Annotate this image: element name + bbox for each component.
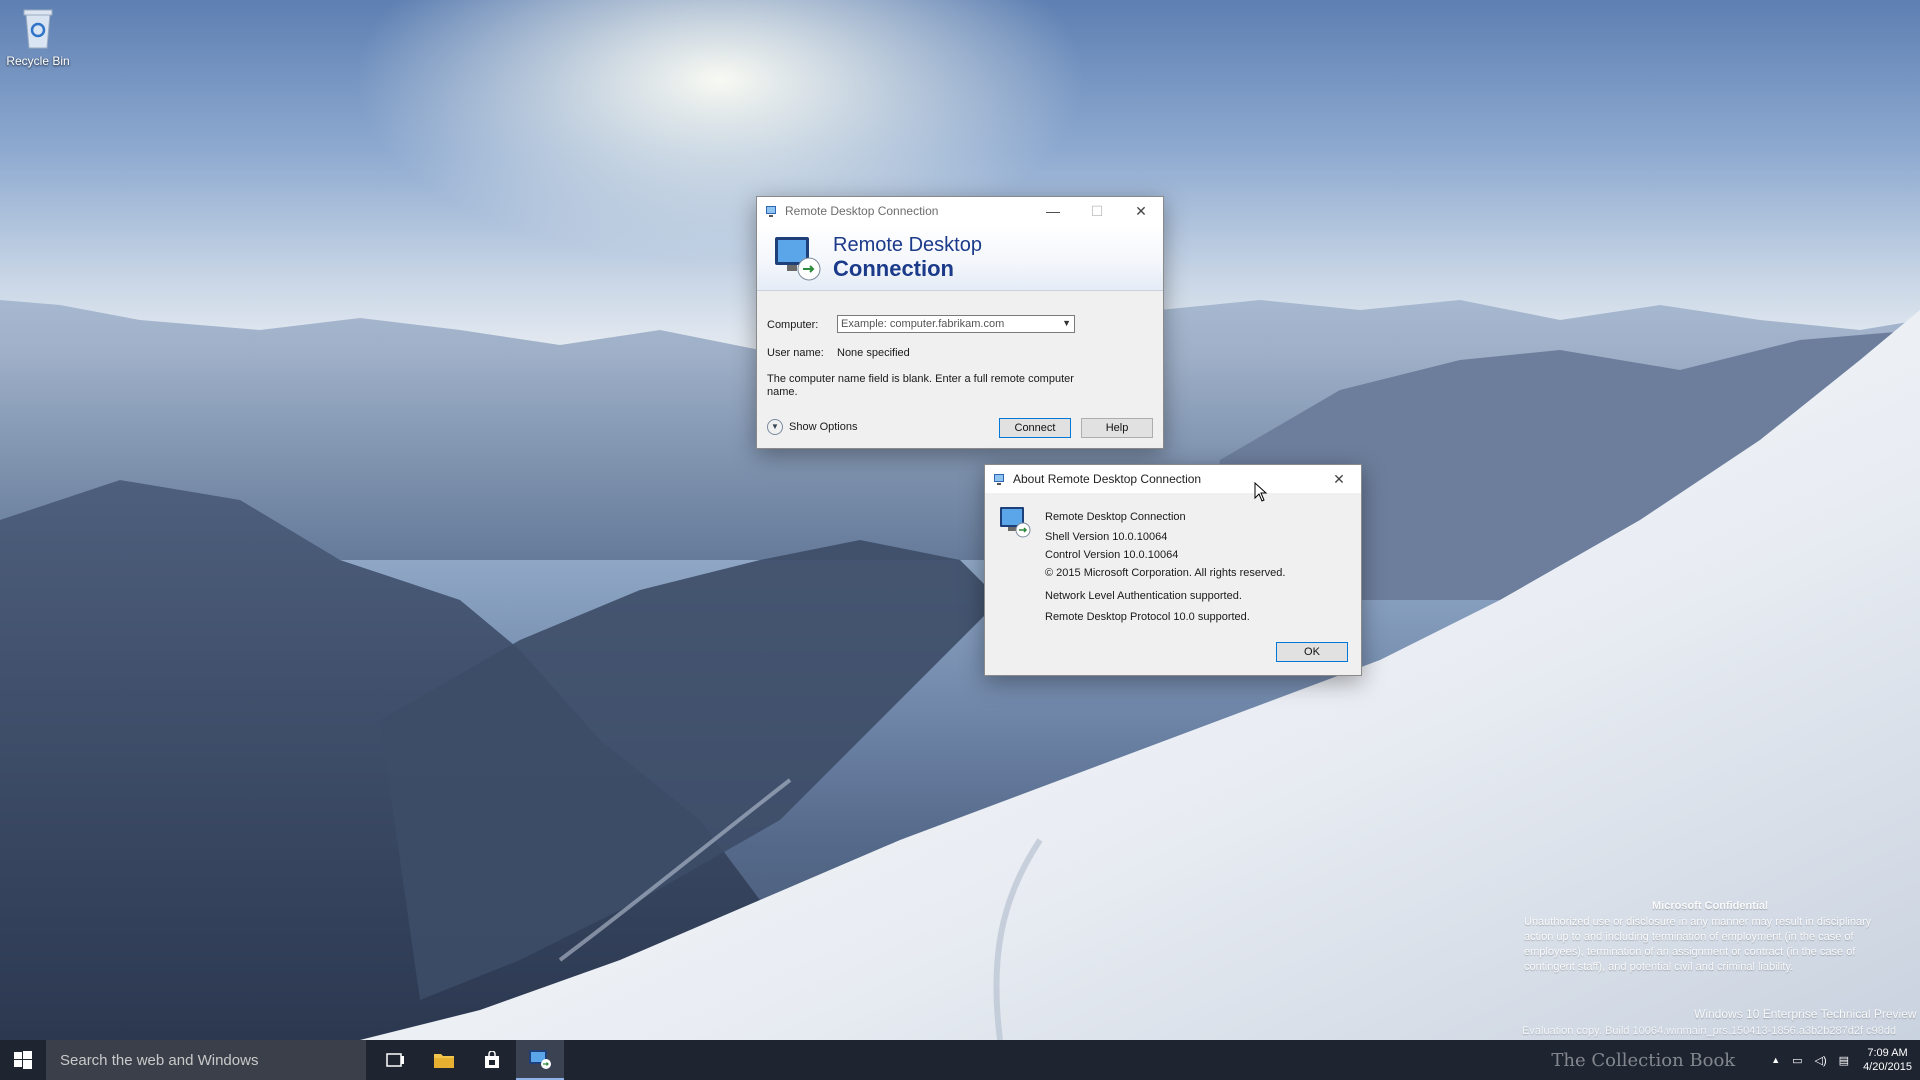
remote-desktop-icon (1000, 507, 1031, 538)
banner-line1: Remote Desktop (833, 234, 982, 256)
watermark-line3: employees), termination of an assignment… (1524, 946, 1856, 958)
about-product: Remote Desktop Connection (1045, 511, 1186, 523)
rdc-banner: Remote Desktop Connection (757, 225, 1163, 291)
about-copyright: © 2015 Microsoft Corporation. All rights… (1045, 567, 1286, 579)
folder-icon (434, 1054, 454, 1068)
about-dialog: About Remote Desktop Connection ✕ Remote… (984, 464, 1362, 676)
watermark-build: Evaluation copy. Build 10064.winmain_prs… (1522, 1025, 1897, 1037)
watermark-line2: action up to and including termination o… (1524, 931, 1854, 943)
message-line2: name. (767, 386, 798, 398)
username-label: User name: (767, 347, 824, 359)
ok-button[interactable]: OK (1276, 642, 1348, 662)
action-center-icon[interactable]: ▤ (1839, 1054, 1849, 1067)
connect-button[interactable]: Connect (999, 418, 1071, 438)
clock-time: 7:09 AM (1867, 1047, 1908, 1059)
store-button[interactable] (468, 1040, 516, 1080)
network-icon[interactable]: ▭ (1792, 1054, 1802, 1067)
desktop-wallpaper (0, 300, 1920, 1040)
about-nla: Network Level Authentication supported. (1045, 590, 1242, 602)
recycle-bin-shortcut[interactable]: Recycle Bin (4, 6, 72, 68)
help-button[interactable]: Help (1081, 418, 1153, 438)
about-control-version: Control Version 10.0.10064 (1045, 549, 1179, 561)
close-button[interactable]: ✕ (1119, 197, 1163, 225)
mouse-cursor-icon (1254, 482, 1268, 502)
system-tray: The Collection Book ▲ ▭ ◁) ▤ 7:09 AM 4/2… (1551, 1040, 1920, 1080)
rdc-window: Remote Desktop Connection — ☐ ✕ Remote D… (756, 196, 1164, 449)
rdc-title: Remote Desktop Connection (785, 204, 939, 218)
task-view-icon (386, 1053, 404, 1067)
taskbar-search-box[interactable]: Search the web and Windows (46, 1040, 366, 1080)
rdc-titlebar[interactable]: Remote Desktop Connection — ☐ ✕ (757, 197, 1163, 225)
rdc-app-icon (766, 206, 776, 217)
maximize-button[interactable]: ☐ (1075, 197, 1119, 225)
clock-date: 4/20/2015 (1863, 1061, 1912, 1073)
banner-line2: Connection (833, 256, 954, 281)
search-placeholder: Search the web and Windows (60, 1051, 259, 1069)
recycle-bin-label: Recycle Bin (6, 54, 70, 68)
recycle-bin-icon (18, 6, 58, 50)
computer-placeholder: Example: computer.fabrikam.com (841, 318, 1005, 330)
rdc-taskbar-button[interactable] (516, 1040, 564, 1080)
computer-combobox[interactable]: Example: computer.fabrikam.com ▼ (837, 315, 1075, 333)
site-watermark: The Collection Book (1551, 1049, 1736, 1071)
about-protocol: Remote Desktop Protocol 10.0 supported. (1045, 611, 1250, 623)
watermark-heading: Microsoft Confidential (1652, 900, 1769, 912)
watermark-line1: Unauthorized use or disclosure in any ma… (1524, 916, 1872, 928)
taskbar: Search the web and Windows The Collectio… (0, 1040, 1920, 1080)
show-options-label: Show Options (789, 421, 858, 433)
about-titlebar[interactable]: About Remote Desktop Connection ✕ (985, 465, 1361, 493)
computer-label: Computer: (767, 319, 819, 331)
show-options-toggle[interactable]: ▼ Show Options (767, 419, 857, 435)
start-button[interactable] (0, 1040, 46, 1080)
show-hidden-icons-icon[interactable]: ▲ (1771, 1055, 1780, 1065)
volume-icon[interactable]: ◁) (1815, 1054, 1827, 1067)
username-value: None specified (837, 347, 910, 359)
clock[interactable]: 7:09 AM 4/20/2015 (1855, 1046, 1920, 1074)
about-title: About Remote Desktop Connection (1013, 472, 1202, 486)
expand-circle-icon: ▼ (767, 419, 783, 435)
minimize-button[interactable]: — (1031, 197, 1075, 225)
watermark-edition: Windows 10 Enterprise Technical Preview (1694, 1007, 1917, 1021)
remote-desktop-icon (529, 1050, 551, 1069)
store-bag-icon (485, 1051, 499, 1068)
file-explorer-button[interactable] (420, 1040, 468, 1080)
chevron-down-icon[interactable]: ▼ (1062, 318, 1071, 328)
about-close-button[interactable]: ✕ (1317, 465, 1361, 493)
remote-desktop-icon (775, 237, 821, 281)
rdc-app-icon (994, 474, 1004, 485)
watermark-line4: contingent staff), and potential civil a… (1524, 961, 1794, 973)
about-shell-version: Shell Version 10.0.10064 (1045, 531, 1168, 543)
windows-logo-icon (14, 1051, 32, 1069)
message-line1: The computer name field is blank. Enter … (767, 373, 1074, 385)
task-view-button[interactable] (372, 1040, 420, 1080)
